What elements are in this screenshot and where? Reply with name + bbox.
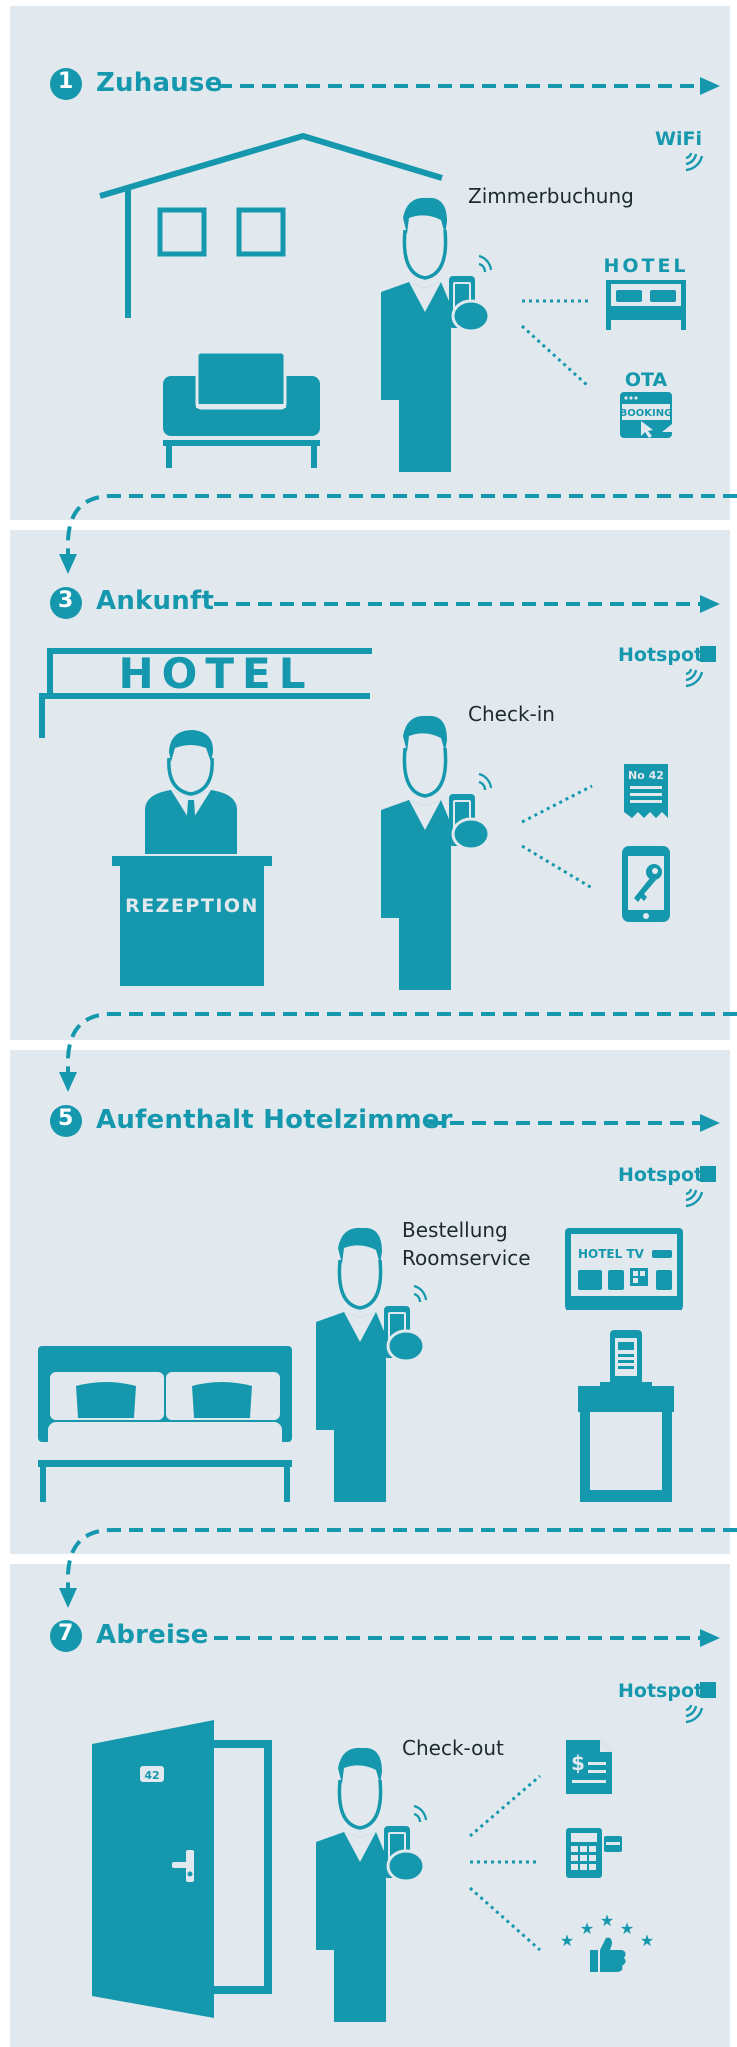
- guest-icon: [379, 714, 493, 992]
- s3-desk-text: REZEPTION: [125, 895, 259, 917]
- s7-door-text: 42: [144, 1769, 159, 1782]
- s5-tv-text: HOTEL TV: [578, 1247, 645, 1261]
- step-number: 3: [58, 588, 74, 613]
- action-label: Roomservice: [402, 1246, 531, 1270]
- s3-receipt-text: No 42: [628, 769, 664, 782]
- step-title: Zuhause: [96, 68, 223, 98]
- wifi-icon: [684, 667, 704, 688]
- s1-booking-text: BOOKING: [620, 408, 673, 419]
- action-label: Check-out: [402, 1736, 504, 1760]
- s1-hotel-text: HOTEL: [603, 255, 688, 277]
- s1-ota-text: OTA: [625, 369, 668, 391]
- svg-text:★: ★: [600, 1911, 614, 1930]
- payment-terminal-icon: [566, 1828, 622, 1878]
- network-label: WiFi: [655, 128, 702, 150]
- network-label: Hotspot: [618, 1680, 704, 1702]
- mobile-key-icon: [622, 846, 670, 922]
- svg-text:$: $: [571, 1751, 585, 1775]
- svg-text:★: ★: [580, 1919, 594, 1938]
- svg-text:★: ★: [620, 1919, 634, 1938]
- action-label: Check-in: [468, 702, 555, 726]
- receptionist-icon: [145, 730, 237, 854]
- step-number: 7: [58, 1621, 74, 1646]
- action-label: Zimmerbuchung: [468, 184, 634, 208]
- rating-icon: ★ ★ ★ ★ ★: [560, 1911, 654, 1972]
- svg-text:★: ★: [640, 1931, 654, 1950]
- door-icon: 42: [92, 1720, 272, 2018]
- hotel-tv-icon: HOTEL TV: [565, 1228, 683, 1310]
- network-label: Hotspot: [618, 644, 704, 666]
- svg-text:★: ★: [560, 1931, 574, 1950]
- wifi-icon: [684, 1703, 704, 1724]
- infographic-art: HOTEL OTA BOOKING HOTEL REZEPTION No 42 …: [38, 68, 737, 2024]
- step-number: 5: [58, 1106, 74, 1131]
- s3-sign-text: HOTEL: [119, 649, 314, 698]
- reception-desk-icon: REZEPTION: [112, 856, 272, 986]
- step-title: Ankunft: [96, 586, 215, 616]
- armchair-icon: [163, 350, 320, 468]
- wifi-icon: [684, 1187, 704, 1208]
- bed-icon: [38, 1346, 292, 1502]
- network-label: Hotspot: [618, 1164, 704, 1186]
- step-title: Aufenthalt Hotelzimmer: [96, 1105, 453, 1135]
- invoice-icon: $: [566, 1740, 612, 1794]
- guest-icon: [314, 1746, 428, 2024]
- step-title: Abreise: [96, 1620, 209, 1650]
- ota-booking-icon: OTA BOOKING: [620, 369, 673, 438]
- step-number: 1: [58, 69, 74, 94]
- hotel-bed-icon: HOTEL: [603, 255, 688, 330]
- hotel-sign: HOTEL: [39, 648, 372, 738]
- action-label: Bestellung: [402, 1218, 508, 1242]
- wifi-icon: [684, 151, 704, 172]
- receipt-icon: No 42: [624, 764, 668, 818]
- guest-icon: [379, 196, 493, 474]
- nightstand-phone-icon: [578, 1330, 674, 1502]
